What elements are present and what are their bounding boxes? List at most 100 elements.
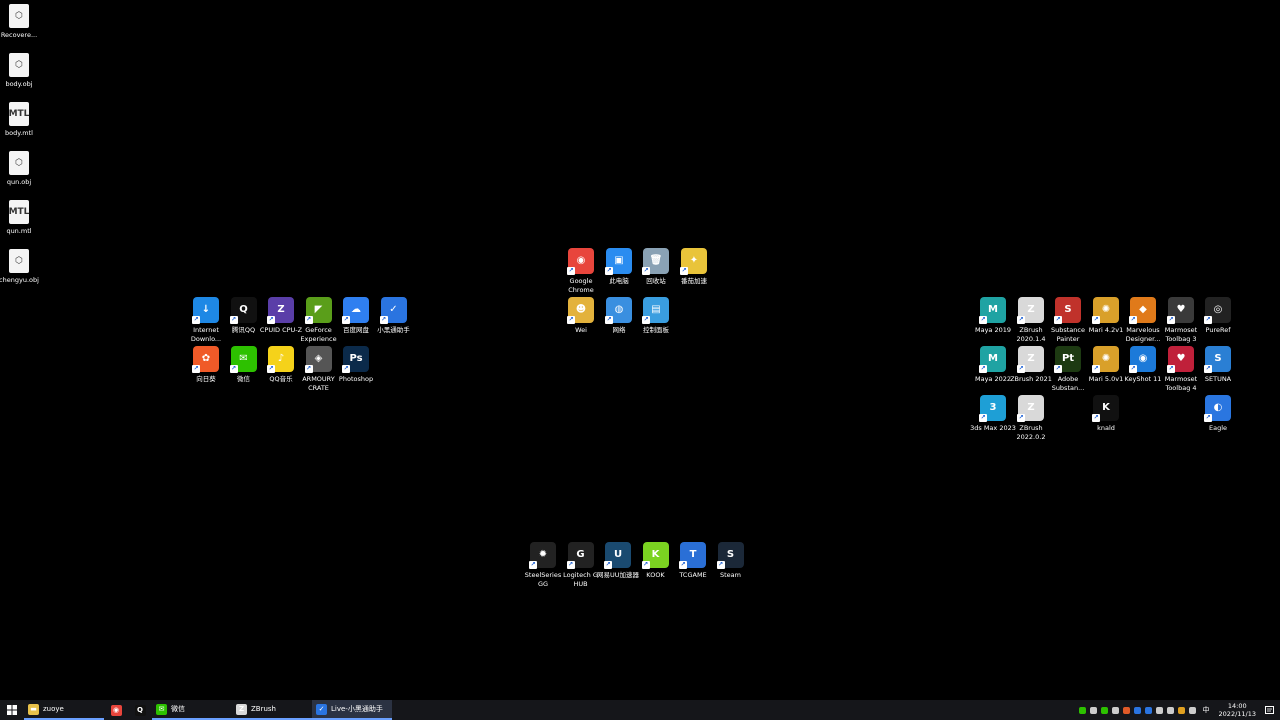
desktop-icon-right_group-15[interactable]: Z ↗ ZBrush 2022.0.2 [1007, 395, 1055, 441]
desktop-icon-files-4[interactable]: MTL qun.mtl [0, 200, 43, 236]
icon-glyph: ◐ [1213, 402, 1223, 413]
desktop-icon-bottom_group-5[interactable]: S ↗ Steam [707, 542, 755, 580]
shortcut-arrow-icon: ↗ [304, 316, 313, 324]
icon-glyph: Ps [349, 353, 363, 364]
taskbar-item-qq[interactable]: Q [128, 700, 152, 720]
desktop-icon-files-0[interactable]: ⬡ Recovere... [0, 4, 43, 40]
icon-glyph: ✹ [538, 549, 548, 560]
desktop-icon-files-3[interactable]: ⬡ qun.obj [0, 151, 43, 187]
tray-icon-6[interactable] [1144, 706, 1152, 714]
shortcut-arrow-icon: ↗ [1129, 316, 1137, 324]
icon-glyph: ◍ [614, 304, 624, 315]
tray-icon-4[interactable] [1122, 706, 1130, 714]
tray-icon-5[interactable] [1133, 706, 1141, 714]
tray-icon-7[interactable] [1155, 706, 1163, 714]
app-icon: ✓ ↗ [379, 297, 407, 324]
shortcut-arrow-icon: ↗ [680, 267, 688, 275]
desktop-icon-label: SETUNA [1204, 375, 1232, 383]
clock[interactable]: 14:00 2022/11/13 [1219, 702, 1256, 718]
icon-glyph: ⬡ [15, 157, 23, 168]
app-icon: ✉ ↗ [229, 346, 257, 373]
app-icon: ◉ ↗ [567, 248, 594, 275]
icon-glyph: ◈ [314, 353, 323, 364]
tray-icon-0[interactable] [1078, 706, 1086, 714]
desktop-icon-label: QQ音乐 [269, 375, 293, 383]
shortcut-arrow-icon: ↗ [642, 316, 650, 324]
app-icon: ☁ ↗ [342, 297, 369, 324]
desktop-icon-files-5[interactable]: ⬡ chengyu.obj [0, 249, 43, 285]
app-icon: ♥ ↗ [1167, 346, 1194, 373]
shortcut-arrow-icon: ↗ [1017, 365, 1025, 373]
desktop-icon-label: chengyu.obj [0, 276, 39, 284]
app-icon: ⬡ [9, 53, 29, 77]
shortcut-arrow-icon: ↗ [229, 365, 238, 373]
icon-glyph: ◉ [576, 255, 586, 266]
app-icon: ✦ ↗ [680, 248, 707, 275]
tray-icon-8[interactable] [1166, 706, 1174, 714]
desktop-icon-right_group-13[interactable]: S ↗ SETUNA [1194, 346, 1242, 384]
tray-icon-1[interactable] [1089, 706, 1097, 714]
desktop-icon-right_group-17[interactable]: ◐ ↗ Eagle [1194, 395, 1242, 433]
zbrush-icon: Z [236, 703, 247, 715]
desktop-icon-label: Eagle [1208, 424, 1228, 432]
desktop-icon-label: 番茄加速 [681, 277, 707, 285]
icon-glyph: S [1064, 304, 1072, 315]
icon-glyph: MTL [8, 206, 30, 217]
icon-glyph: ✺ [1101, 353, 1111, 364]
desktop-icon-label: 控制面板 [643, 326, 669, 334]
app-icon: U ↗ [604, 542, 631, 569]
shortcut-arrow-icon: ↗ [604, 561, 612, 569]
icon-glyph: M [988, 304, 998, 315]
app-icon: ↓ ↗ [192, 297, 219, 324]
desktop-icon-center_top-6[interactable]: ▤ ↗ 控制面板 [632, 297, 680, 335]
desktop-icon-files-2[interactable]: MTL body.mtl [0, 102, 43, 138]
desktop-icon-label: qun.mtl [6, 227, 32, 235]
desktop-icon-label: body.mtl [5, 129, 33, 137]
desktop-icon-left_group-10[interactable]: Ps ↗ Photoshop [332, 346, 380, 384]
app-icon: Z ↗ [1017, 346, 1044, 373]
taskbar-item-zbrush[interactable]: Z ZBrush [232, 700, 312, 720]
app-icon: ◉ ↗ [1129, 346, 1156, 373]
tray-icon-10[interactable] [1188, 706, 1196, 714]
desktop-icon-left_group-5[interactable]: ✓ ↗ 小黑通助手 [370, 297, 418, 335]
app-icon: Z ↗ [1017, 395, 1044, 422]
taskbar-item-label: ZBrush [251, 705, 276, 713]
start-button[interactable] [0, 700, 24, 720]
tray-icon-9[interactable] [1177, 706, 1185, 714]
taskbar-item-xiaohei[interactable]: ✓ Live-小黑通助手 [312, 700, 392, 720]
notification-icon[interactable] [1265, 705, 1274, 715]
desktop-icon-files-1[interactable]: ⬡ body.obj [0, 53, 43, 89]
icon-glyph: ⬡ [15, 59, 23, 70]
shortcut-arrow-icon: ↗ [1092, 414, 1100, 422]
app-icon: ✺ ↗ [1092, 346, 1119, 373]
icon-glyph: ☻ [575, 304, 587, 315]
icon-glyph: ◎ [1213, 304, 1223, 315]
desktop-icon-label: 网络 [612, 326, 626, 334]
desktop-icon-center_top-3[interactable]: ✦ ↗ 番茄加速 [670, 248, 718, 286]
ime-indicator[interactable]: 中 [1203, 705, 1210, 715]
app-icon: ◐ ↗ [1204, 395, 1231, 422]
icon-glyph: K [1102, 402, 1110, 413]
shortcut-arrow-icon: ↗ [1054, 316, 1062, 324]
taskbar-item-folder[interactable]: ▬ zuoye [24, 700, 104, 720]
tray-icon-3[interactable] [1111, 706, 1119, 714]
icon-glyph: ⬡ [15, 255, 23, 266]
tray-icon-2[interactable] [1100, 706, 1108, 714]
system-tray: 中 14:00 2022/11/13 [1078, 700, 1280, 720]
shortcut-arrow-icon: ↗ [1204, 414, 1212, 422]
desktop: ⬡ Recovere... ⬡ body.obj MTL body.mtl ⬡ qun.obj… [0, 0, 1280, 700]
desktop-icon-right_group-16[interactable]: K ↗ knald [1082, 395, 1130, 433]
taskbar-item-chrome[interactable]: ◉ [104, 700, 128, 720]
taskbar-item-wechat[interactable]: ✉ 微信 [152, 700, 232, 720]
icon-glyph: 3 [989, 402, 997, 413]
icon-glyph: ◉ [1138, 353, 1148, 364]
icon-glyph: ☁ [351, 304, 361, 315]
shortcut-arrow-icon: ↗ [1092, 316, 1100, 324]
icon-glyph: ✿ [201, 353, 211, 364]
shortcut-arrow-icon: ↗ [1204, 316, 1212, 324]
desktop-icon-right_group-6[interactable]: ◎ ↗ PureRef [1194, 297, 1242, 335]
shortcut-arrow-icon: ↗ [192, 365, 200, 373]
shortcut-arrow-icon: ↗ [979, 414, 987, 422]
shortcut-arrow-icon: ↗ [605, 316, 613, 324]
app-icon: ✺ ↗ [1092, 297, 1119, 324]
